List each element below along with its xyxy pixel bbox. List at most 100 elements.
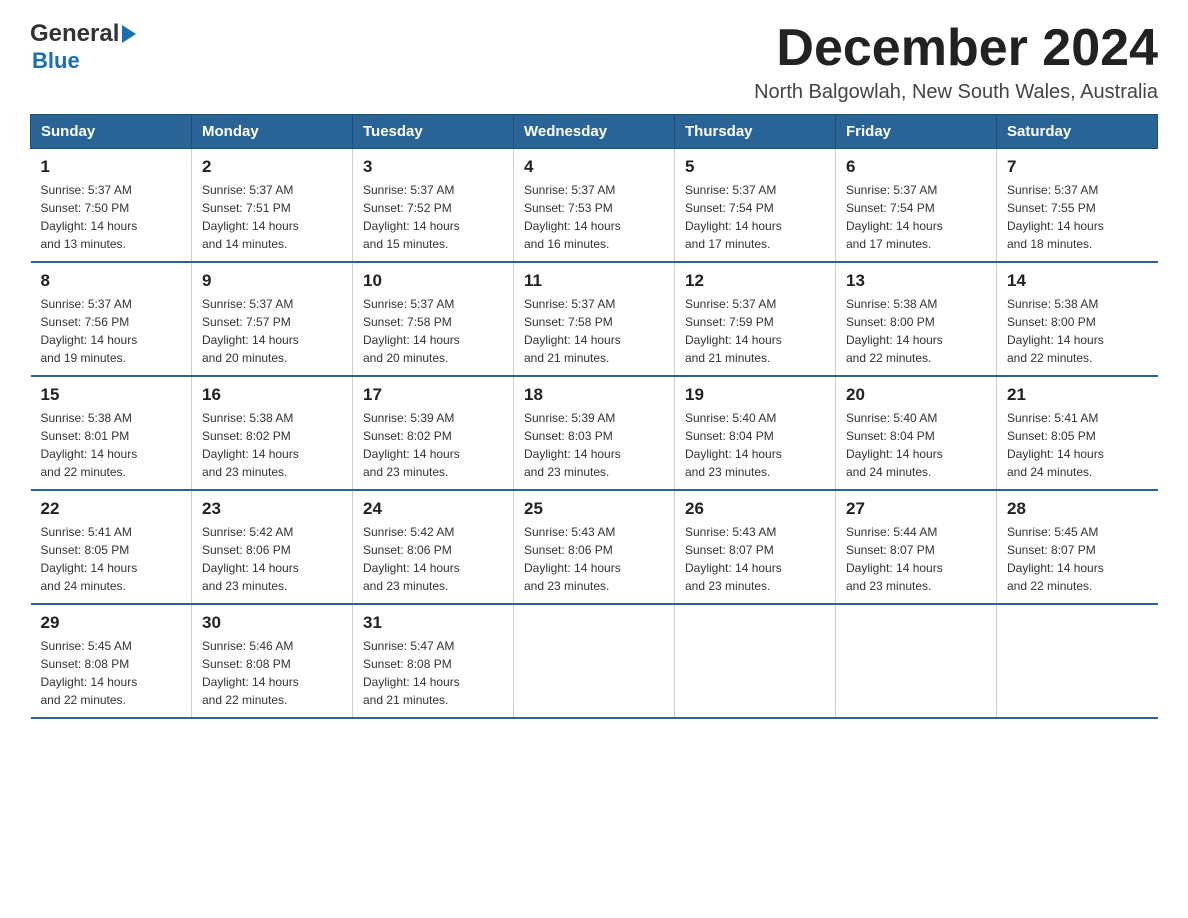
- logo-blue-text: Blue: [32, 48, 80, 74]
- calendar-day-cell: [514, 604, 675, 718]
- calendar-day-cell: 31 Sunrise: 5:47 AM Sunset: 8:08 PM Dayl…: [353, 604, 514, 718]
- day-info: Sunrise: 5:47 AM Sunset: 8:08 PM Dayligh…: [363, 637, 503, 709]
- day-info: Sunrise: 5:37 AM Sunset: 7:56 PM Dayligh…: [41, 295, 182, 367]
- day-info: Sunrise: 5:41 AM Sunset: 8:05 PM Dayligh…: [1007, 409, 1148, 481]
- calendar-day-cell: 2 Sunrise: 5:37 AM Sunset: 7:51 PM Dayli…: [192, 149, 353, 263]
- day-info: Sunrise: 5:37 AM Sunset: 7:55 PM Dayligh…: [1007, 181, 1148, 253]
- calendar-day-cell: 29 Sunrise: 5:45 AM Sunset: 8:08 PM Dayl…: [31, 604, 192, 718]
- calendar-day-cell: 30 Sunrise: 5:46 AM Sunset: 8:08 PM Dayl…: [192, 604, 353, 718]
- day-number: 15: [41, 385, 182, 405]
- day-number: 30: [202, 613, 342, 633]
- calendar-day-cell: 8 Sunrise: 5:37 AM Sunset: 7:56 PM Dayli…: [31, 262, 192, 376]
- day-number: 3: [363, 157, 503, 177]
- day-number: 29: [41, 613, 182, 633]
- day-info: Sunrise: 5:41 AM Sunset: 8:05 PM Dayligh…: [41, 523, 182, 595]
- day-info: Sunrise: 5:37 AM Sunset: 7:53 PM Dayligh…: [524, 181, 664, 253]
- calendar-day-cell: 16 Sunrise: 5:38 AM Sunset: 8:02 PM Dayl…: [192, 376, 353, 490]
- month-title: December 2024: [754, 20, 1158, 77]
- day-info: Sunrise: 5:37 AM Sunset: 7:58 PM Dayligh…: [524, 295, 664, 367]
- day-number: 24: [363, 499, 503, 519]
- day-number: 16: [202, 385, 342, 405]
- calendar-day-cell: 1 Sunrise: 5:37 AM Sunset: 7:50 PM Dayli…: [31, 149, 192, 263]
- col-wednesday: Wednesday: [514, 115, 675, 149]
- calendar-day-cell: 4 Sunrise: 5:37 AM Sunset: 7:53 PM Dayli…: [514, 149, 675, 263]
- col-sunday: Sunday: [31, 115, 192, 149]
- page-header: General Blue December 2024 North Balgowl…: [30, 20, 1158, 104]
- calendar-day-cell: 6 Sunrise: 5:37 AM Sunset: 7:54 PM Dayli…: [836, 149, 997, 263]
- calendar-day-cell: 12 Sunrise: 5:37 AM Sunset: 7:59 PM Dayl…: [675, 262, 836, 376]
- day-number: 13: [846, 271, 986, 291]
- calendar-day-cell: 19 Sunrise: 5:40 AM Sunset: 8:04 PM Dayl…: [675, 376, 836, 490]
- day-info: Sunrise: 5:38 AM Sunset: 8:00 PM Dayligh…: [846, 295, 986, 367]
- day-number: 25: [524, 499, 664, 519]
- calendar-day-cell: [675, 604, 836, 718]
- day-info: Sunrise: 5:37 AM Sunset: 7:57 PM Dayligh…: [202, 295, 342, 367]
- day-info: Sunrise: 5:44 AM Sunset: 8:07 PM Dayligh…: [846, 523, 986, 595]
- calendar-day-cell: 11 Sunrise: 5:37 AM Sunset: 7:58 PM Dayl…: [514, 262, 675, 376]
- calendar-day-cell: 27 Sunrise: 5:44 AM Sunset: 8:07 PM Dayl…: [836, 490, 997, 604]
- day-number: 8: [41, 271, 182, 291]
- day-number: 2: [202, 157, 342, 177]
- day-number: 17: [363, 385, 503, 405]
- calendar-week-row: 8 Sunrise: 5:37 AM Sunset: 7:56 PM Dayli…: [31, 262, 1158, 376]
- col-friday: Friday: [836, 115, 997, 149]
- day-number: 23: [202, 499, 342, 519]
- calendar-day-cell: 18 Sunrise: 5:39 AM Sunset: 8:03 PM Dayl…: [514, 376, 675, 490]
- day-number: 7: [1007, 157, 1148, 177]
- calendar-day-cell: 25 Sunrise: 5:43 AM Sunset: 8:06 PM Dayl…: [514, 490, 675, 604]
- day-info: Sunrise: 5:38 AM Sunset: 8:02 PM Dayligh…: [202, 409, 342, 481]
- day-info: Sunrise: 5:46 AM Sunset: 8:08 PM Dayligh…: [202, 637, 342, 709]
- calendar-day-cell: 28 Sunrise: 5:45 AM Sunset: 8:07 PM Dayl…: [997, 490, 1158, 604]
- day-number: 10: [363, 271, 503, 291]
- day-info: Sunrise: 5:37 AM Sunset: 7:54 PM Dayligh…: [685, 181, 825, 253]
- day-number: 1: [41, 157, 182, 177]
- day-number: 28: [1007, 499, 1148, 519]
- day-info: Sunrise: 5:38 AM Sunset: 8:00 PM Dayligh…: [1007, 295, 1148, 367]
- day-info: Sunrise: 5:42 AM Sunset: 8:06 PM Dayligh…: [363, 523, 503, 595]
- day-number: 27: [846, 499, 986, 519]
- day-info: Sunrise: 5:39 AM Sunset: 8:03 PM Dayligh…: [524, 409, 664, 481]
- calendar-day-cell: 21 Sunrise: 5:41 AM Sunset: 8:05 PM Dayl…: [997, 376, 1158, 490]
- day-info: Sunrise: 5:43 AM Sunset: 8:07 PM Dayligh…: [685, 523, 825, 595]
- calendar-day-cell: 3 Sunrise: 5:37 AM Sunset: 7:52 PM Dayli…: [353, 149, 514, 263]
- calendar-day-cell: 22 Sunrise: 5:41 AM Sunset: 8:05 PM Dayl…: [31, 490, 192, 604]
- day-info: Sunrise: 5:45 AM Sunset: 8:08 PM Dayligh…: [41, 637, 182, 709]
- day-info: Sunrise: 5:37 AM Sunset: 7:51 PM Dayligh…: [202, 181, 342, 253]
- day-number: 5: [685, 157, 825, 177]
- logo-arrow-icon: [122, 25, 136, 43]
- day-number: 9: [202, 271, 342, 291]
- calendar-day-cell: 13 Sunrise: 5:38 AM Sunset: 8:00 PM Dayl…: [836, 262, 997, 376]
- calendar-day-cell: 14 Sunrise: 5:38 AM Sunset: 8:00 PM Dayl…: [997, 262, 1158, 376]
- day-number: 4: [524, 157, 664, 177]
- day-number: 6: [846, 157, 986, 177]
- day-info: Sunrise: 5:37 AM Sunset: 7:54 PM Dayligh…: [846, 181, 986, 253]
- day-number: 21: [1007, 385, 1148, 405]
- day-number: 12: [685, 271, 825, 291]
- day-number: 14: [1007, 271, 1148, 291]
- col-tuesday: Tuesday: [353, 115, 514, 149]
- day-number: 20: [846, 385, 986, 405]
- calendar-week-row: 15 Sunrise: 5:38 AM Sunset: 8:01 PM Dayl…: [31, 376, 1158, 490]
- calendar-day-cell: [997, 604, 1158, 718]
- calendar-day-cell: 24 Sunrise: 5:42 AM Sunset: 8:06 PM Dayl…: [353, 490, 514, 604]
- day-number: 18: [524, 385, 664, 405]
- calendar-day-cell: 10 Sunrise: 5:37 AM Sunset: 7:58 PM Dayl…: [353, 262, 514, 376]
- calendar-day-cell: 23 Sunrise: 5:42 AM Sunset: 8:06 PM Dayl…: [192, 490, 353, 604]
- calendar-header-row: Sunday Monday Tuesday Wednesday Thursday…: [31, 115, 1158, 149]
- day-info: Sunrise: 5:39 AM Sunset: 8:02 PM Dayligh…: [363, 409, 503, 481]
- day-number: 26: [685, 499, 825, 519]
- calendar-day-cell: 9 Sunrise: 5:37 AM Sunset: 7:57 PM Dayli…: [192, 262, 353, 376]
- day-info: Sunrise: 5:40 AM Sunset: 8:04 PM Dayligh…: [846, 409, 986, 481]
- calendar-day-cell: 17 Sunrise: 5:39 AM Sunset: 8:02 PM Dayl…: [353, 376, 514, 490]
- col-thursday: Thursday: [675, 115, 836, 149]
- day-info: Sunrise: 5:38 AM Sunset: 8:01 PM Dayligh…: [41, 409, 182, 481]
- calendar-week-row: 29 Sunrise: 5:45 AM Sunset: 8:08 PM Dayl…: [31, 604, 1158, 718]
- day-info: Sunrise: 5:37 AM Sunset: 7:50 PM Dayligh…: [41, 181, 182, 253]
- title-section: December 2024 North Balgowlah, New South…: [754, 20, 1158, 104]
- calendar-table: Sunday Monday Tuesday Wednesday Thursday…: [30, 114, 1158, 719]
- calendar-day-cell: 20 Sunrise: 5:40 AM Sunset: 8:04 PM Dayl…: [836, 376, 997, 490]
- day-info: Sunrise: 5:37 AM Sunset: 7:59 PM Dayligh…: [685, 295, 825, 367]
- day-info: Sunrise: 5:37 AM Sunset: 7:52 PM Dayligh…: [363, 181, 503, 253]
- location-subtitle: North Balgowlah, New South Wales, Austra…: [754, 81, 1158, 104]
- day-info: Sunrise: 5:37 AM Sunset: 7:58 PM Dayligh…: [363, 295, 503, 367]
